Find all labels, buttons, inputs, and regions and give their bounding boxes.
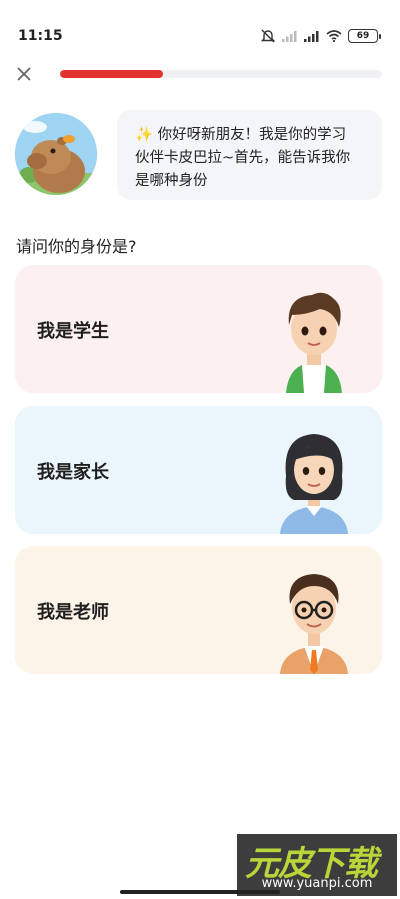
progress-bar [60,70,382,78]
watermark-url: www.yuanpi.com [261,876,373,891]
mute-icon [260,28,276,44]
status-time: 11:15 [18,28,63,44]
greeting-line-2: 伙伴卡皮巴拉~首先，能告诉我你 [135,150,351,166]
signal-1-icon [282,30,298,42]
greeting-bubble: ✨ 你好呀新朋友！我是你的学习 伙伴卡皮巴拉~首先，能告诉我你 是哪种身份 [117,110,382,200]
role-card-student[interactable]: 我是学生 [15,265,382,393]
mascot-avatar [15,113,97,195]
role-label: 我是老师 [37,602,109,623]
identity-question: 请问你的身份是? [16,237,137,256]
student-avatar-icon [286,292,342,393]
status-bar: 11:15 69 [0,0,400,60]
capybara-icon [15,113,97,195]
close-button[interactable] [12,62,36,86]
role-label: 我是家长 [37,462,109,483]
wifi-icon [326,30,342,42]
status-icons: 69 [260,28,381,44]
signal-2-icon [304,30,320,42]
parent-avatar-icon [280,434,348,534]
greeting-line-3: 是哪种身份 [135,173,208,189]
role-card-teacher[interactable]: 我是老师 [15,546,382,674]
role-card-parent[interactable]: 我是家长 [15,406,382,534]
teacher-avatar-icon [280,574,348,674]
role-label: 我是学生 [37,321,109,342]
progress-fill [60,70,164,78]
greeting-line-1: ✨ 你好呀新朋友！我是你的学习 [135,127,347,143]
home-indicator[interactable] [120,890,280,894]
watermark: 元皮下载 www.yuanpi.com [237,834,397,896]
close-icon [17,67,31,81]
battery-icon: 69 [348,29,381,43]
